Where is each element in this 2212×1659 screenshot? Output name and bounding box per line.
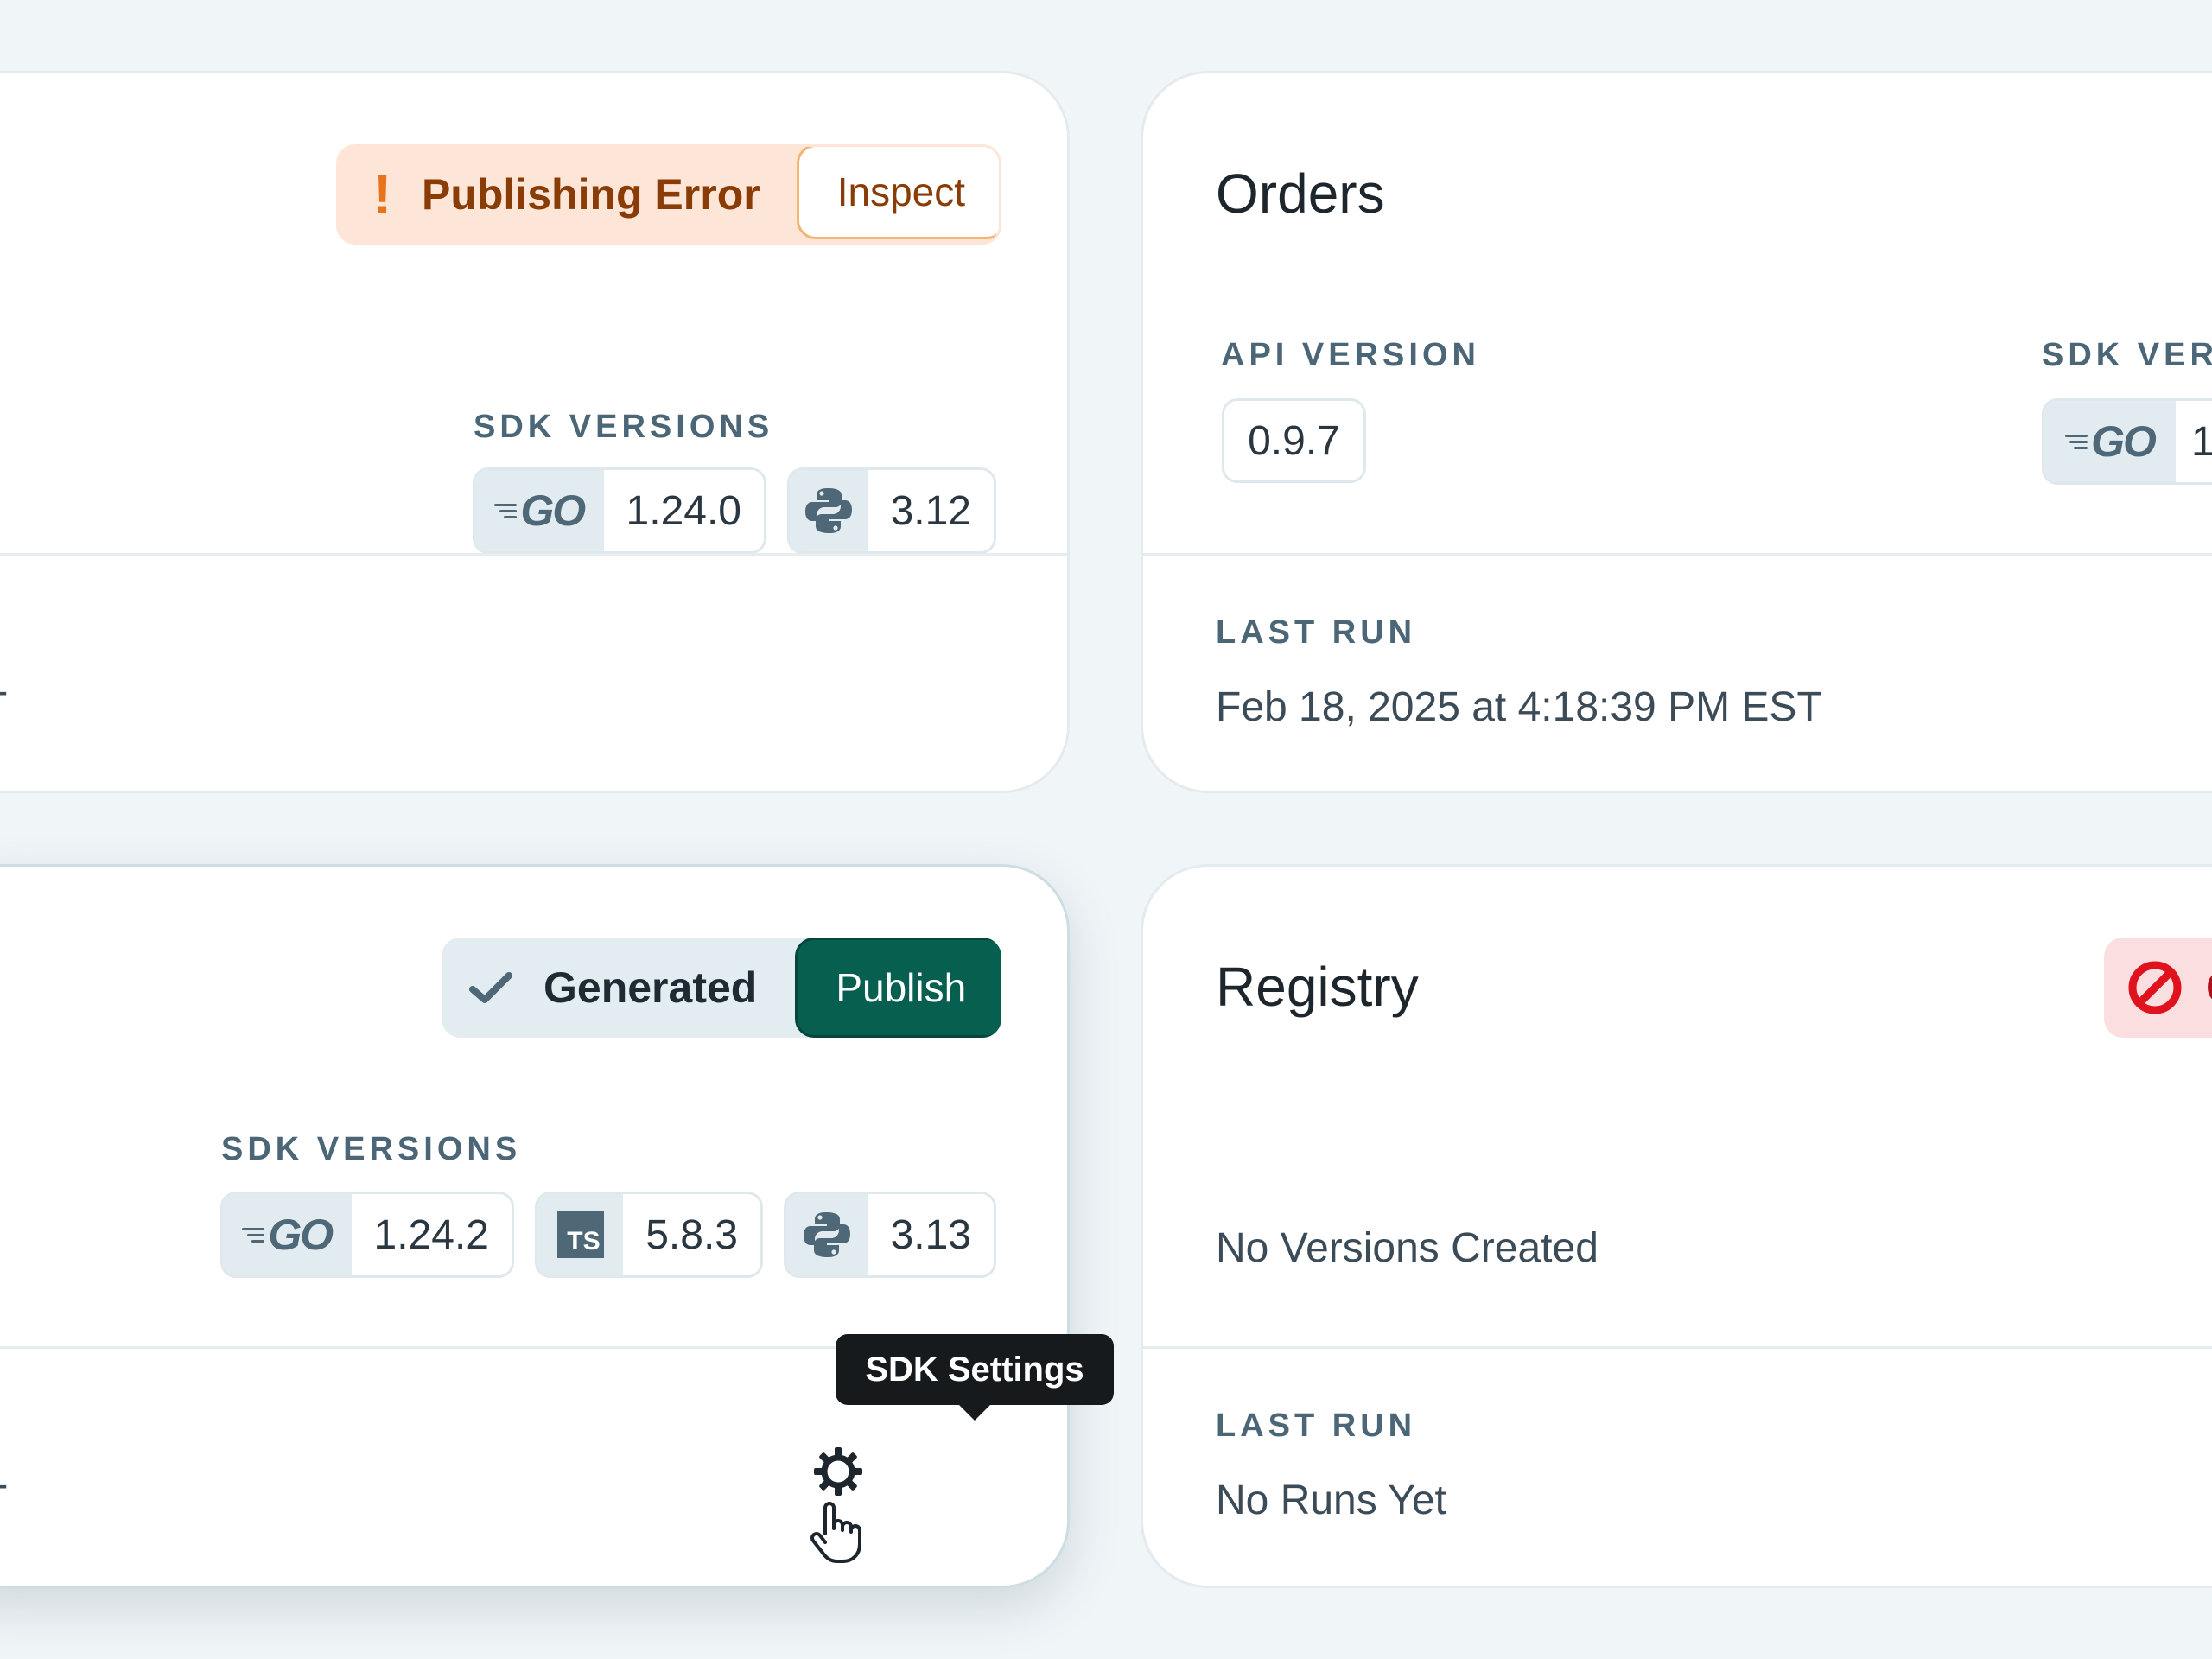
last-run-value: T [0,1477,7,1524]
status-blocked: C [2104,938,2212,1038]
status-label: Publishing Error [422,170,760,219]
prohibited-icon [2128,961,2182,1014]
card-divider [1143,553,2212,556]
status-publishing-error: ! Publishing Error Inspect [336,144,1001,245]
status-label: C [2206,963,2212,1013]
sdk-dashboard: ! Publishing Error Inspect SDK VERSIONS … [0,0,2212,1659]
card-divider [0,553,1067,556]
status-generated: Generated Publish [442,938,1001,1038]
sdk-pill-go[interactable]: GO 1.24.0 [473,467,766,554]
python-icon [805,488,853,533]
sdk-card-bottom-left[interactable]: Generated Publish SDK VERSIONS GO 1.24.2… [0,864,1070,1588]
last-run-value: No Runs Yet [1216,1478,1446,1523]
sdk-versions-label: SDK VERSIONS [221,1131,522,1167]
sdk-pill-go[interactable]: GO 1.24.2 [220,1192,514,1278]
typescript-logo-icon: TS [556,1211,604,1258]
no-versions-text: No Versions Created [1216,1225,1599,1271]
go-logo-icon: GO [494,486,586,536]
inspect-button[interactable]: Inspect [796,147,999,239]
sdk-version: 1 [2176,401,2212,482]
gear-icon[interactable] [810,1444,866,1499]
card-divider [1143,1346,2212,1349]
api-version-label: API VERSION [1221,337,1480,373]
last-run-value: T [0,683,7,731]
sdk-version: 5.8.3 [623,1194,760,1275]
card-title: Registry [1216,956,1419,1018]
check-icon [469,972,512,1003]
sdk-card-orders[interactable]: Orders API VERSION 0.9.7 SDK VER GO 1 LA… [1141,71,2212,793]
sdk-version: 3.12 [868,470,994,551]
sdk-pill-go[interactable]: GO 1 [2042,398,2212,485]
sdk-version: 3.13 [868,1194,994,1275]
exclamation-icon: ! [373,163,392,226]
sdk-version: 1.24.0 [603,470,764,551]
sdk-card-registry[interactable]: Registry C No Versions Created LAST RUN … [1141,864,2212,1588]
go-logo-icon: GO [242,1210,334,1260]
sdk-pill-typescript[interactable]: TS 5.8.3 [535,1192,763,1278]
last-run-label: LAST RUN [1216,614,1417,651]
api-version-chip: 0.9.7 [1222,398,1366,483]
last-run-value: Feb 18, 2025 at 4:18:39 PM EST [1216,684,1822,730]
python-icon [804,1212,851,1257]
sdk-pill-python[interactable]: 3.12 [787,467,996,554]
go-logo-icon: GO [2065,416,2157,467]
sdk-card-top-left[interactable]: ! Publishing Error Inspect SDK VERSIONS … [0,71,1070,793]
sdk-versions-label: SDK VERSIONS [474,409,774,445]
hand-pointer-icon [810,1502,861,1563]
sdk-settings-tooltip: SDK Settings [836,1334,1114,1421]
sdk-pill-python[interactable]: 3.13 [784,1192,996,1278]
sdk-versions-label: SDK VER [2042,337,2212,373]
sdk-version: 1.24.2 [351,1194,512,1275]
card-title: Orders [1216,162,1385,225]
last-run-label: LAST RUN [1216,1408,1417,1444]
status-label: Generated [543,963,758,1012]
publish-button[interactable]: Publish [795,938,1001,1038]
